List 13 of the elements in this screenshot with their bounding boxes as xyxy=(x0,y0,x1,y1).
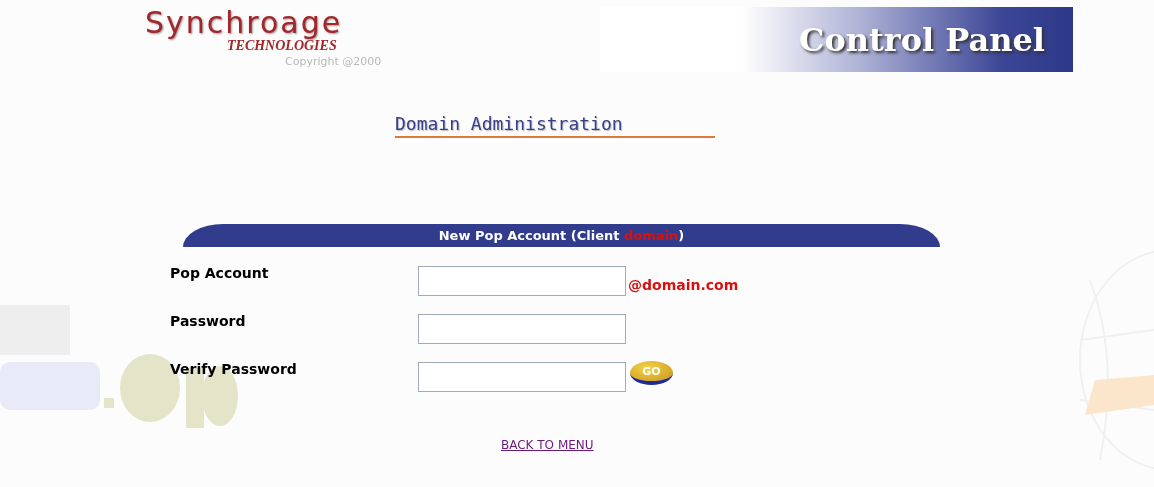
logo-subtitle: TECHNOLOGIES xyxy=(227,39,337,53)
page-heading: Domain Administration xyxy=(395,112,715,138)
logo-text: Synchroage xyxy=(145,7,344,39)
copyright-text: Copyright @2000 xyxy=(285,55,382,69)
input-field[interactable] xyxy=(418,314,626,344)
input-field[interactable] xyxy=(418,362,626,392)
field-label: Pop Account xyxy=(170,264,270,283)
input-field[interactable] xyxy=(418,266,626,296)
back-to-menu-link[interactable]: BACK TO MENU xyxy=(501,438,594,452)
field-label: Verify Password xyxy=(170,360,298,379)
domain-suffix: @domain.com xyxy=(628,276,739,295)
field-label: Password xyxy=(170,312,247,331)
form-title: New Pop Account (Client domain) xyxy=(438,226,685,245)
